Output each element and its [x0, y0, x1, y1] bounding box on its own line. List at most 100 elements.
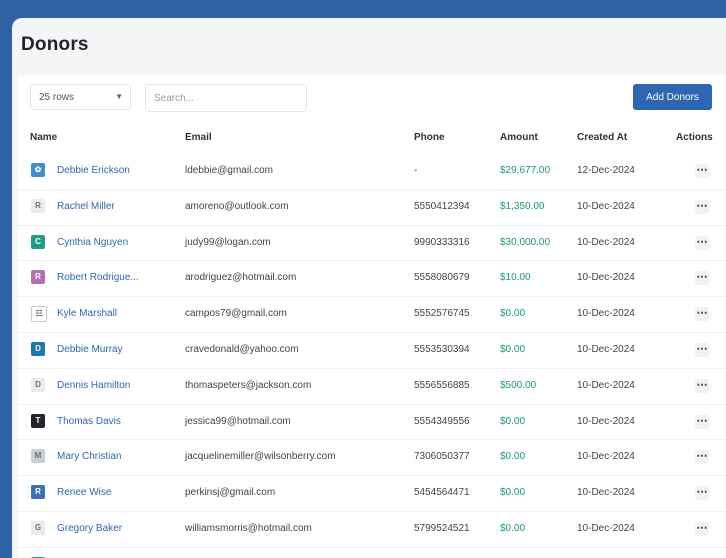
search-input[interactable] — [145, 84, 307, 112]
donor-email: thomaspeters@jackson.com — [185, 380, 311, 391]
donor-created-at: 10-Dec-2024 — [577, 380, 635, 391]
more-actions-icon[interactable]: ⋯ — [695, 379, 709, 393]
donor-phone: 5558080679 — [414, 272, 470, 283]
donor-avatar: M — [31, 449, 45, 463]
donor-created-at: 12-Dec-2024 — [577, 165, 635, 176]
add-donors-button[interactable]: Add Donors — [633, 84, 712, 110]
donor-email: jacquelinemiller@wilsonberry.com — [185, 451, 336, 462]
donor-phone: 5454564471 — [414, 487, 470, 498]
donor-amount: $1,350.00 — [500, 201, 545, 212]
donor-amount: $0.00 — [500, 487, 525, 498]
donor-name-link[interactable]: Mary Christian — [57, 451, 121, 462]
donor-amount: $0.00 — [500, 416, 525, 427]
donor-avatar: ✿ — [31, 163, 45, 177]
donor-amount: $0.00 — [500, 344, 525, 355]
donor-avatar: G — [31, 521, 45, 535]
more-actions-icon[interactable]: ⋯ — [695, 164, 709, 178]
more-actions-icon[interactable]: ⋯ — [695, 236, 709, 250]
donor-created-at: 10-Dec-2024 — [577, 344, 635, 355]
table-row[interactable]: LLinda Johnsonhmiller@hotmail.com5557700… — [18, 548, 726, 558]
donor-email: campos79@gmail.com — [185, 308, 287, 319]
column-header-actions: Actions — [676, 132, 713, 143]
donor-phone: 9990333316 — [414, 237, 470, 248]
more-actions-icon[interactable]: ⋯ — [695, 486, 709, 500]
donor-avatar: R — [31, 485, 45, 499]
table-body: ✿Debbie Ericksonldebbie@gmail.com-$29,67… — [18, 154, 726, 558]
donor-phone: 5550412394 — [414, 201, 470, 212]
table-row[interactable]: C Cynthia Nguyen judy99@logan.com 999033331… — [18, 226, 726, 262]
table-row[interactable]: ✿Debbie Ericksonldebbie@gmail.com-$29,67… — [18, 154, 726, 190]
app-window: Donors 25 rows ▼ Add Donors Name Email P… — [12, 18, 726, 558]
donor-email: cravedonald@yahoo.com — [185, 344, 299, 355]
donor-name-link[interactable]: Renee Wise — [57, 487, 111, 498]
more-actions-icon[interactable]: ⋯ — [695, 450, 709, 464]
donor-created-at: 10-Dec-2024 — [577, 451, 635, 462]
donor-name-link[interactable]: Debbie Erickson — [57, 165, 130, 176]
rows-per-page-select[interactable]: 25 rows ▼ — [30, 84, 131, 110]
donor-name-link[interactable]: Rachel Miller — [57, 201, 115, 212]
column-header-created-at[interactable]: Created At — [577, 132, 627, 143]
donor-created-at: 10-Dec-2024 — [577, 237, 635, 248]
donor-email: amoreno@outlook.com — [185, 201, 289, 212]
donors-table-card: 25 rows ▼ Add Donors Name Email Phone Am… — [18, 75, 726, 558]
table-row[interactable]: G Gregory Baker williamsmorris@hotmail.com… — [18, 512, 726, 548]
donor-avatar: D — [31, 342, 45, 356]
donor-name-link[interactable]: Debbie Murray — [57, 344, 123, 355]
donor-phone: 5556556885 — [414, 380, 470, 391]
donor-avatar: T — [31, 414, 45, 428]
table-row[interactable]: TThomas Davisjessica99@hotmail.com555434… — [18, 405, 726, 441]
donor-amount: $500.00 — [500, 380, 536, 391]
donor-phone: 5552576745 — [414, 308, 470, 319]
donor-email: arodriguez@hotmail.com — [185, 272, 296, 283]
table-row[interactable]: ☷ Kyle Marshall campos79@gmail.com 55525767… — [18, 297, 726, 333]
table-row[interactable]: D Dennis Hamilton thomaspeters@jackson.com… — [18, 369, 726, 405]
donor-email: judy99@logan.com — [185, 237, 271, 248]
donor-name-link[interactable]: Dennis Hamilton — [57, 380, 130, 391]
donor-phone: 7306050377 — [414, 451, 470, 462]
donor-name-link[interactable]: Thomas Davis — [57, 416, 121, 427]
donor-amount: $0.00 — [500, 451, 525, 462]
donor-email: perkinsj@gmail.com — [185, 487, 275, 498]
rows-per-page-value: 25 rows — [39, 92, 74, 103]
donor-avatar: D — [31, 378, 45, 392]
donor-name-link[interactable]: Kyle Marshall — [57, 308, 117, 319]
donor-created-at: 10-Dec-2024 — [577, 523, 635, 534]
donor-amount: $10.00 — [500, 272, 531, 283]
table-row[interactable]: R Robert Rodrigue... arodriguez@hotmail.co… — [18, 261, 726, 297]
donor-email: jessica99@hotmail.com — [185, 416, 291, 427]
column-header-amount[interactable]: Amount — [500, 132, 538, 143]
donor-amount: $0.00 — [500, 308, 525, 319]
table-row[interactable]: D Debbie Murray cravedonald@yahoo.com 55535… — [18, 333, 726, 369]
donor-amount: $0.00 — [500, 523, 525, 534]
column-header-email[interactable]: Email — [185, 132, 212, 143]
donor-phone: - — [414, 165, 417, 176]
donor-avatar: ☷ — [31, 306, 47, 322]
column-header-name[interactable]: Name — [30, 132, 57, 143]
donor-name-link[interactable]: Gregory Baker — [57, 523, 122, 534]
more-actions-icon[interactable]: ⋯ — [695, 200, 709, 214]
chevron-down-icon: ▼ — [115, 92, 123, 101]
more-actions-icon[interactable]: ⋯ — [695, 343, 709, 357]
donor-created-at: 10-Dec-2024 — [577, 308, 635, 319]
more-actions-icon[interactable]: ⋯ — [695, 307, 709, 321]
donor-phone: 5799524521 — [414, 523, 470, 534]
table-row[interactable]: R Renee Wise perkinsj@gmail.com 5454564471 $… — [18, 476, 726, 512]
more-actions-icon[interactable]: ⋯ — [695, 415, 709, 429]
column-header-phone[interactable]: Phone — [414, 132, 445, 143]
donor-phone: 5553530394 — [414, 344, 470, 355]
more-actions-icon[interactable]: ⋯ — [695, 271, 709, 285]
donor-created-at: 10-Dec-2024 — [577, 487, 635, 498]
more-actions-icon[interactable]: ⋯ — [695, 522, 709, 536]
table-toolbar: 25 rows ▼ Add Donors — [18, 75, 726, 121]
donor-name-link[interactable]: Robert Rodrigue... — [57, 272, 139, 283]
donor-avatar: R — [31, 199, 45, 213]
table-row[interactable]: R Rachel Miller amoreno@outlook.com 5550412… — [18, 190, 726, 226]
table-header: Name Email Phone Amount Created At Actio… — [18, 127, 726, 147]
table-row[interactable]: M Mary Christian jacquelinemiller@wilsonbe… — [18, 440, 726, 476]
donor-avatar: R — [31, 270, 45, 284]
donor-created-at: 10-Dec-2024 — [577, 201, 635, 212]
donor-created-at: 10-Dec-2024 — [577, 272, 635, 283]
donor-name-link[interactable]: Cynthia Nguyen — [57, 237, 128, 248]
donor-email: williamsmorris@hotmail.com — [185, 523, 312, 534]
donor-avatar: C — [31, 235, 45, 249]
